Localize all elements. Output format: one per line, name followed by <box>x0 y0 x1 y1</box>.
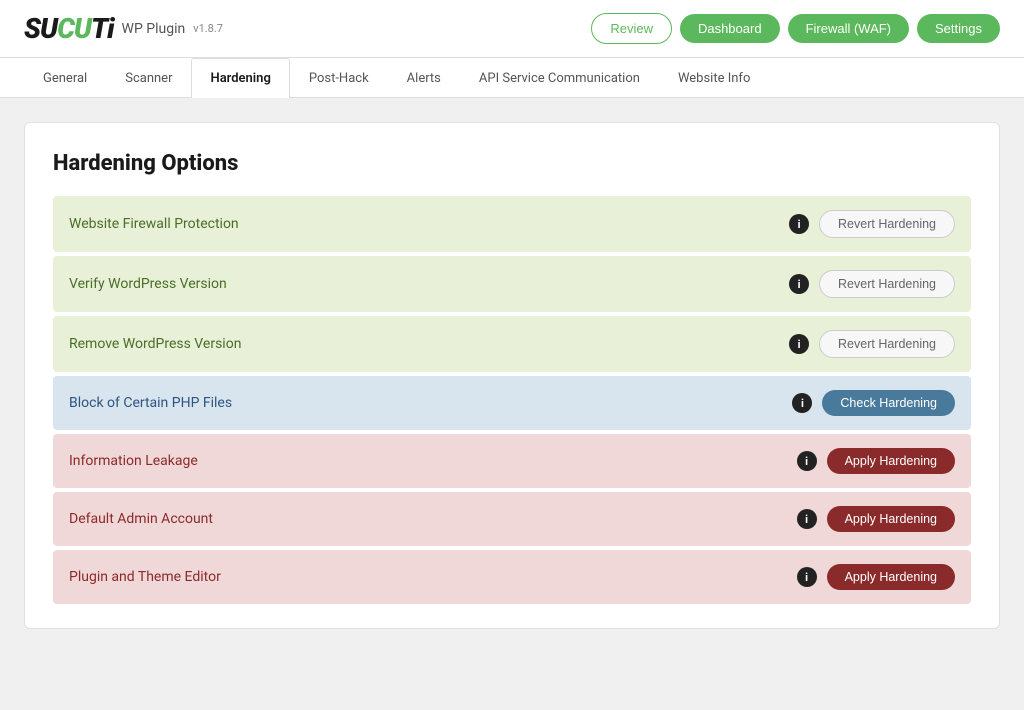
row-label-information-leakage: Information Leakage <box>69 453 198 469</box>
row-actions-website-firewall: i Revert Hardening <box>789 210 955 238</box>
row-default-admin: Default Admin Account i Apply Hardening <box>53 492 971 546</box>
tab-general[interactable]: General <box>24 58 106 98</box>
row-website-firewall: Website Firewall Protection i Revert Har… <box>53 196 971 252</box>
row-plugin-theme-editor: Plugin and Theme Editor i Apply Hardenin… <box>53 550 971 604</box>
row-label-verify-wp-version: Verify WordPress Version <box>69 276 227 292</box>
row-remove-wp-version: Remove WordPress Version i Revert Harden… <box>53 316 971 372</box>
tab-post-hack[interactable]: Post-Hack <box>290 58 388 98</box>
row-label-remove-wp-version: Remove WordPress Version <box>69 336 241 352</box>
revert-button-website-firewall[interactable]: Revert Hardening <box>819 210 955 238</box>
row-actions-verify-wp-version: i Revert Hardening <box>789 270 955 298</box>
info-icon-plugin-theme-editor[interactable]: i <box>797 567 817 587</box>
row-label-website-firewall: Website Firewall Protection <box>69 216 239 232</box>
row-actions-default-admin: i Apply Hardening <box>797 506 955 532</box>
info-icon-verify-wp-version[interactable]: i <box>789 274 809 294</box>
apply-button-plugin-theme-editor[interactable]: Apply Hardening <box>827 564 955 590</box>
logo-area: SUCUTi WP Plugin v1.8.7 <box>24 12 223 45</box>
sucuri-logo: SUCUTi <box>24 12 114 45</box>
settings-button[interactable]: Settings <box>917 14 1000 43</box>
info-icon-website-firewall[interactable]: i <box>789 214 809 234</box>
row-actions-block-php-files: i Check Hardening <box>792 390 955 416</box>
row-block-php-files: Block of Certain PHP Files i Check Harde… <box>53 376 971 430</box>
check-button-block-php-files[interactable]: Check Hardening <box>822 390 955 416</box>
info-icon-block-php-files[interactable]: i <box>792 393 812 413</box>
version-label: v1.8.7 <box>193 22 223 35</box>
wp-plugin-label: WP Plugin <box>122 21 186 37</box>
info-icon-default-admin[interactable]: i <box>797 509 817 529</box>
revert-button-verify-wp-version[interactable]: Revert Hardening <box>819 270 955 298</box>
tabs-bar: General Scanner Hardening Post-Hack Aler… <box>0 58 1024 98</box>
row-label-default-admin: Default Admin Account <box>69 511 213 527</box>
tab-alerts[interactable]: Alerts <box>388 58 460 98</box>
row-actions-plugin-theme-editor: i Apply Hardening <box>797 564 955 590</box>
row-verify-wp-version: Verify WordPress Version i Revert Harden… <box>53 256 971 312</box>
row-label-block-php-files: Block of Certain PHP Files <box>69 395 232 411</box>
tab-website-info[interactable]: Website Info <box>659 58 769 98</box>
apply-button-default-admin[interactable]: Apply Hardening <box>827 506 955 532</box>
info-icon-remove-wp-version[interactable]: i <box>789 334 809 354</box>
firewall-button[interactable]: Firewall (WAF) <box>788 14 909 43</box>
row-label-plugin-theme-editor: Plugin and Theme Editor <box>69 569 221 585</box>
revert-button-remove-wp-version[interactable]: Revert Hardening <box>819 330 955 358</box>
review-button[interactable]: Review <box>591 13 672 44</box>
content-card: Hardening Options Website Firewall Prote… <box>24 122 1000 629</box>
header-buttons: Review Dashboard Firewall (WAF) Settings <box>591 13 1000 44</box>
page-title: Hardening Options <box>53 151 971 176</box>
tab-hardening[interactable]: Hardening <box>191 58 289 98</box>
tab-scanner[interactable]: Scanner <box>106 58 191 98</box>
main-content: Hardening Options Website Firewall Prote… <box>0 98 1024 653</box>
apply-button-information-leakage[interactable]: Apply Hardening <box>827 448 955 474</box>
dashboard-button[interactable]: Dashboard <box>680 14 780 43</box>
tab-api-service[interactable]: API Service Communication <box>460 58 659 98</box>
info-icon-information-leakage[interactable]: i <box>797 451 817 471</box>
row-actions-information-leakage: i Apply Hardening <box>797 448 955 474</box>
row-actions-remove-wp-version: i Revert Hardening <box>789 330 955 358</box>
row-information-leakage: Information Leakage i Apply Hardening <box>53 434 971 488</box>
header: SUCUTi WP Plugin v1.8.7 Review Dashboard… <box>0 0 1024 58</box>
